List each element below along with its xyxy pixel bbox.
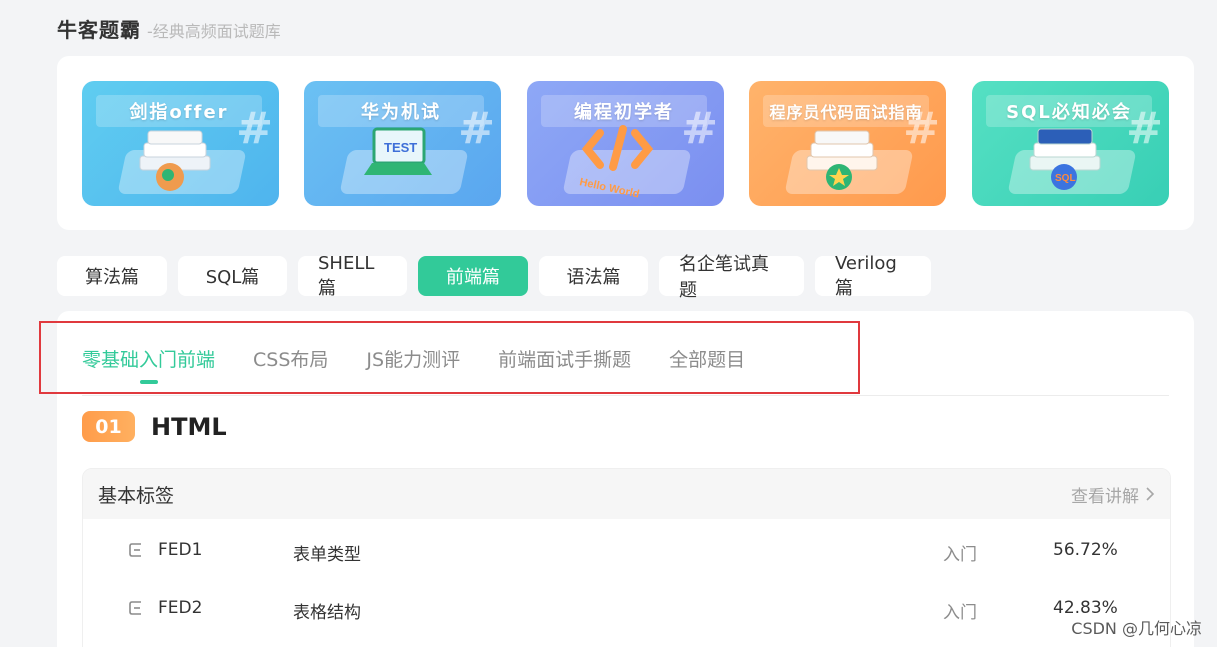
question-name[interactable]: 表格结构 (293, 598, 361, 623)
topic-group-name: 基本标签 (98, 484, 175, 507)
sql-book-icon: SQL (1029, 128, 1101, 190)
banner-coding-interview-guide[interactable]: 程序员代码面试指南 # (749, 81, 946, 206)
difficulty-label: 入门 (943, 603, 977, 623)
pass-rate: 56.72% (1053, 540, 1118, 560)
question-name[interactable]: 表单类型 (293, 540, 361, 565)
divider (82, 395, 1169, 396)
question-doc-icon (129, 601, 141, 615)
svg-text:TEST: TEST (384, 140, 417, 155)
question-id: FED2 (158, 598, 203, 618)
banner-jianzhi-offer[interactable]: 剑指offer # (82, 81, 279, 206)
difficulty-label: 入门 (943, 545, 977, 565)
topic-group-header: 基本标签 查看讲解 (83, 469, 1170, 519)
tab-frontend[interactable]: 前端篇 (418, 256, 528, 296)
view-explanation-label: 查看讲解 (1071, 486, 1139, 507)
banner-card: 剑指offer # 华为机试 # TEST 编程初学者 # Hello Worl… (57, 56, 1194, 230)
banner-huawei[interactable]: 华为机试 # TEST (304, 81, 501, 206)
section-number-badge: 01 (82, 411, 135, 442)
code-brackets-icon: Hello World (578, 125, 654, 201)
banner-sql[interactable]: SQL必知必会 # SQL (972, 81, 1169, 206)
laptop-test-icon: TEST (364, 127, 432, 175)
section-title: HTML (151, 412, 227, 441)
page: 牛客题霸 -经典高频面试题库 剑指offer # 华为机试 # TEST 编程初… (0, 0, 1217, 647)
tab-sql[interactable]: SQL篇 (178, 256, 287, 296)
hash-icon: # (681, 103, 718, 154)
section-header: 01 HTML (82, 411, 227, 442)
svg-text:SQL: SQL (1055, 173, 1076, 184)
table-row[interactable]: FED1 表单类型 入门 56.72% (83, 519, 1170, 577)
svg-text:Hello World: Hello World (578, 176, 640, 200)
hash-icon: # (236, 103, 273, 154)
question-doc-icon (129, 543, 141, 557)
tab-company-exams[interactable]: 名企笔试真题 (659, 254, 804, 301)
annotation-highlight-box (39, 321, 860, 394)
page-title: 牛客题霸 (57, 18, 141, 42)
tab-verilog[interactable]: Verilog篇 (815, 253, 931, 299)
watermark: CSDN @几何心凉 (1071, 619, 1202, 638)
view-explanation-link[interactable]: 查看讲解 (1071, 482, 1155, 507)
question-id: FED1 (158, 540, 203, 560)
tab-algorithm[interactable]: 算法篇 (57, 256, 167, 296)
book-stack-icon (139, 130, 211, 191)
topic-table: 基本标签 查看讲解 FED1 表单类型 入门 56.72% FED2 表格结构 … (82, 468, 1171, 647)
banner-beginner[interactable]: 编程初学者 # Hello World (527, 81, 724, 206)
hash-icon: # (1126, 103, 1163, 154)
table-row[interactable]: FED2 表格结构 入门 42.83% (83, 577, 1170, 635)
hash-icon: # (458, 103, 495, 154)
tab-syntax[interactable]: 语法篇 (539, 256, 648, 296)
category-tabs: 算法篇 SQL篇 SHELL篇 前端篇 语法篇 名企笔试真题 Verilog篇 (57, 253, 931, 301)
hash-icon: # (903, 103, 940, 154)
page-header: 牛客题霸 -经典高频面试题库 (57, 14, 281, 43)
book-stack-icon (806, 130, 878, 190)
tab-shell[interactable]: SHELL篇 (298, 253, 407, 299)
chevron-right-icon (1146, 487, 1155, 501)
page-subtitle: -经典高频面试题库 (147, 22, 281, 41)
